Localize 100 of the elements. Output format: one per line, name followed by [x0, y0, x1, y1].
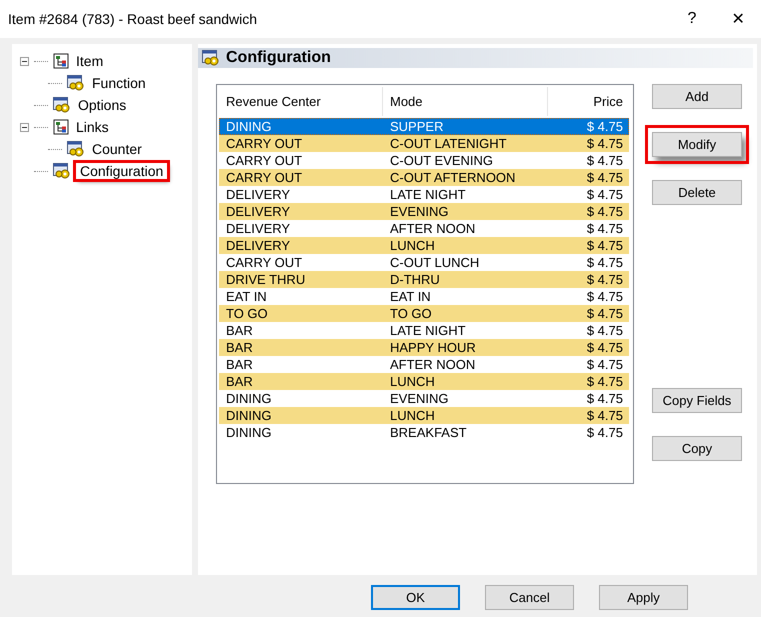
- table-cell-text: LUNCH: [389, 238, 436, 253]
- table-row[interactable]: DELIVERY LUNCH $ 4.75: [219, 237, 629, 254]
- table-cell-text: $ 4.75: [586, 119, 624, 134]
- table-cell-text: AFTER NOON: [389, 357, 476, 372]
- table-cell-text: $ 4.75: [586, 391, 624, 406]
- table-row[interactable]: BAR LUNCH $ 4.75: [219, 373, 629, 390]
- table-cell-text: CARRY OUT: [225, 136, 304, 151]
- side-button[interactable]: Delete: [652, 180, 742, 205]
- table-cell-text: C-OUT AFTERNOON: [389, 170, 516, 185]
- table-cell-text: EAT IN: [225, 289, 268, 304]
- table-cell-text: LUNCH: [389, 374, 436, 389]
- tree-item[interactable]: Configuration: [76, 163, 168, 179]
- help-button[interactable]: ?: [669, 10, 715, 28]
- gear-window-icon: [67, 75, 85, 91]
- table-cell-text: LATE NIGHT: [389, 187, 467, 202]
- column-header[interactable]: Mode: [383, 87, 548, 116]
- table-cell-text: $ 4.75: [586, 408, 624, 423]
- table-cell-text: BAR: [225, 323, 254, 338]
- side-button[interactable]: Add: [652, 84, 742, 109]
- table-row[interactable]: DINING EVENING $ 4.75: [219, 390, 629, 407]
- table-row[interactable]: DELIVERY AFTER NOON $ 4.75: [219, 220, 629, 237]
- side-button[interactable]: Copy: [652, 436, 742, 461]
- table-cell-text: SUPPER: [389, 119, 444, 134]
- expander-icon[interactable]: [20, 122, 29, 132]
- table-cell-text: DINING: [225, 408, 272, 423]
- table-cell-text: EVENING: [389, 391, 450, 406]
- table-row[interactable]: CARRY OUT C-OUT AFTERNOON $ 4.75: [219, 169, 629, 186]
- table-cell-text: $ 4.75: [586, 306, 624, 321]
- table-row[interactable]: DRIVE THRU D-THRU $ 4.75: [219, 271, 629, 288]
- gear-window-icon: [53, 163, 71, 179]
- table-cell-text: CARRY OUT: [225, 170, 304, 185]
- table-cell-text: EAT IN: [389, 289, 432, 304]
- table-cell-text: BREAKFAST: [389, 425, 468, 440]
- table-cell-text: $ 4.75: [586, 136, 624, 151]
- table-row[interactable]: CARRY OUT C-OUT LUNCH $ 4.75: [219, 254, 629, 271]
- table-cell-text: DINING: [225, 391, 272, 406]
- table-cell-text: $ 4.75: [586, 425, 624, 440]
- table-row[interactable]: DELIVERY EVENING $ 4.75: [219, 203, 629, 220]
- table-cell-text: DELIVERY: [225, 204, 292, 219]
- table-cell-text: $ 4.75: [586, 187, 624, 202]
- expander-icon[interactable]: [20, 56, 29, 66]
- table-row[interactable]: CARRY OUT C-OUT LATENIGHT $ 4.75: [219, 135, 629, 152]
- tree-item[interactable]: Options: [76, 97, 128, 113]
- table-cell-text: C-OUT LUNCH: [389, 255, 480, 270]
- table-cell-text: $ 4.75: [586, 289, 624, 304]
- column-header[interactable]: Price: [548, 87, 631, 116]
- table-row[interactable]: BAR AFTER NOON $ 4.75: [219, 356, 629, 373]
- close-button[interactable]: ✕: [715, 9, 761, 29]
- dialog-button[interactable]: OK: [371, 585, 460, 610]
- table-cell-text: HAPPY HOUR: [389, 340, 477, 355]
- table-row[interactable]: DINING LUNCH $ 4.75: [219, 407, 629, 424]
- table-cell-text: EVENING: [389, 204, 450, 219]
- table-cell-text: DINING: [225, 119, 272, 134]
- column-header[interactable]: Revenue Center: [219, 87, 383, 116]
- table-row[interactable]: DELIVERY LATE NIGHT $ 4.75: [219, 186, 629, 203]
- table-cell-text: $ 4.75: [586, 323, 624, 338]
- tree-node-icon: [53, 119, 69, 135]
- table-cell-text: DINING: [225, 425, 272, 440]
- table-cell-text: BAR: [225, 357, 254, 372]
- table-cell-text: AFTER NOON: [389, 221, 476, 236]
- table-cell-text: C-OUT EVENING: [389, 153, 494, 168]
- table-cell-text: $ 4.75: [586, 255, 624, 270]
- table-cell-text: BAR: [225, 374, 254, 389]
- tree-item[interactable]: Function: [90, 75, 148, 91]
- dialog-button[interactable]: Cancel: [485, 585, 574, 610]
- table-row[interactable]: BAR LATE NIGHT $ 4.75: [219, 322, 629, 339]
- window-title: Item #2684 (783) - Roast beef sandwich: [8, 11, 258, 27]
- gear-window-icon: [53, 97, 71, 113]
- table-cell-text: BAR: [225, 340, 254, 355]
- table-row[interactable]: DINING BREAKFAST $ 4.75: [219, 424, 629, 441]
- gear-window-icon: [67, 141, 85, 157]
- table-cell-text: TO GO: [225, 306, 269, 321]
- table-cell-text: $ 4.75: [586, 357, 624, 372]
- tree-item[interactable]: Item: [74, 53, 106, 69]
- table-cell-text: C-OUT LATENIGHT: [389, 136, 508, 151]
- table-row[interactable]: DINING SUPPER $ 4.75: [219, 118, 629, 135]
- table-row[interactable]: EAT IN EAT IN $ 4.75: [219, 288, 629, 305]
- table-cell-text: DRIVE THRU: [225, 272, 306, 287]
- dialog-button[interactable]: Apply: [599, 585, 688, 610]
- table-cell-text: D-THRU: [389, 272, 441, 287]
- table-row[interactable]: TO GO TO GO $ 4.75: [219, 305, 629, 322]
- table-cell-text: $ 4.75: [586, 272, 624, 287]
- panel-title: Configuration: [226, 49, 331, 67]
- table-cell-text: $ 4.75: [586, 374, 624, 389]
- table-cell-text: CARRY OUT: [225, 153, 304, 168]
- side-button[interactable]: Copy Fields: [652, 388, 742, 413]
- table-cell-text: $ 4.75: [586, 204, 624, 219]
- table-cell-text: DELIVERY: [225, 221, 292, 236]
- table-cell-text: DELIVERY: [225, 187, 292, 202]
- table-row[interactable]: CARRY OUT C-OUT EVENING $ 4.75: [219, 152, 629, 169]
- table-cell-text: DELIVERY: [225, 238, 292, 253]
- gear-window-icon: [202, 50, 220, 66]
- table-row[interactable]: BAR HAPPY HOUR $ 4.75: [219, 339, 629, 356]
- table-cell-text: $ 4.75: [586, 340, 624, 355]
- tree-item[interactable]: Counter: [90, 141, 144, 157]
- tree-item[interactable]: Links: [74, 119, 111, 135]
- table-cell-text: TO GO: [389, 306, 433, 321]
- table-cell-text: $ 4.75: [586, 153, 624, 168]
- table-cell-text: LUNCH: [389, 408, 436, 423]
- tree-node-icon: [53, 53, 69, 69]
